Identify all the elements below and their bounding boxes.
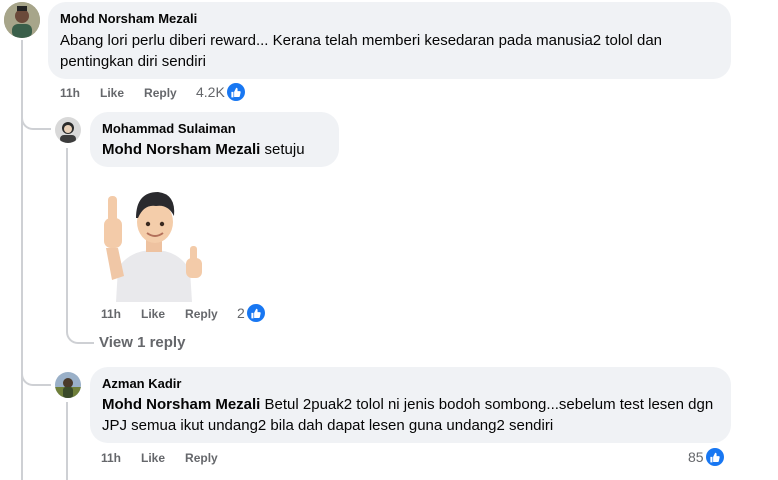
- comment-body: setuju: [264, 141, 305, 158]
- comment-actions: 11h Like Reply: [60, 86, 197, 100]
- like-reaction-icon: [705, 448, 724, 466]
- comment-author[interactable]: Azman Kadir: [102, 375, 719, 392]
- thread-curve-2: [21, 366, 51, 386]
- thread-line-reply-2: [66, 402, 68, 480]
- like-reaction-icon: [226, 83, 245, 101]
- reaction-count[interactable]: 4.2K: [196, 83, 245, 101]
- comment-timestamp[interactable]: 11h: [101, 307, 121, 321]
- reaction-count[interactable]: 2: [237, 304, 265, 322]
- like-button[interactable]: Like: [100, 86, 124, 100]
- thread-curve-1: [21, 110, 51, 130]
- like-button[interactable]: Like: [141, 451, 165, 465]
- avatar[interactable]: [4, 2, 40, 38]
- comment-text: Mohd Norsham Mezali setuju: [102, 139, 327, 160]
- reaction-count-text: 85: [688, 449, 704, 465]
- reaction-count-text: 2: [237, 305, 245, 321]
- comment-text: Abang lori perlu diberi reward... Kerana…: [60, 32, 663, 70]
- thread-line-main: [21, 40, 23, 480]
- avatar[interactable]: [55, 372, 81, 398]
- like-reaction-icon: [246, 304, 265, 322]
- thread-curve-view: [66, 326, 94, 344]
- thumbs-up-sticker: [100, 188, 208, 302]
- mention-link[interactable]: Mohd Norsham Mezali: [102, 396, 260, 413]
- comment-author[interactable]: Mohd Norsham Mezali: [60, 10, 719, 27]
- comment-timestamp[interactable]: 11h: [60, 86, 80, 100]
- comment-author[interactable]: Mohammad Sulaiman: [102, 120, 327, 137]
- reply-button[interactable]: Reply: [185, 307, 218, 321]
- comment-bubble: Mohd Norsham Mezali Abang lori perlu dib…: [48, 2, 731, 79]
- like-button[interactable]: Like: [141, 307, 165, 321]
- comment-text: Mohd Norsham Mezali Betul 2puak2 tolol n…: [102, 394, 719, 436]
- comment-actions: 11h Like Reply: [101, 307, 238, 321]
- mention-link[interactable]: Mohd Norsham Mezali: [102, 141, 260, 158]
- comment-bubble: Azman Kadir Mohd Norsham Mezali Betul 2p…: [90, 367, 731, 443]
- reaction-count-text: 4.2K: [196, 84, 225, 100]
- comment-timestamp[interactable]: 11h: [101, 451, 121, 465]
- avatar[interactable]: [55, 117, 81, 143]
- view-replies-link[interactable]: View 1 reply: [99, 334, 185, 351]
- reply-button[interactable]: Reply: [185, 451, 218, 465]
- thread-line-reply: [66, 148, 68, 328]
- reply-button[interactable]: Reply: [144, 86, 177, 100]
- comment-actions: 11h Like Reply: [101, 451, 238, 465]
- comment-bubble: Mohammad Sulaiman Mohd Norsham Mezali se…: [90, 112, 339, 167]
- reaction-count[interactable]: 85: [688, 448, 724, 466]
